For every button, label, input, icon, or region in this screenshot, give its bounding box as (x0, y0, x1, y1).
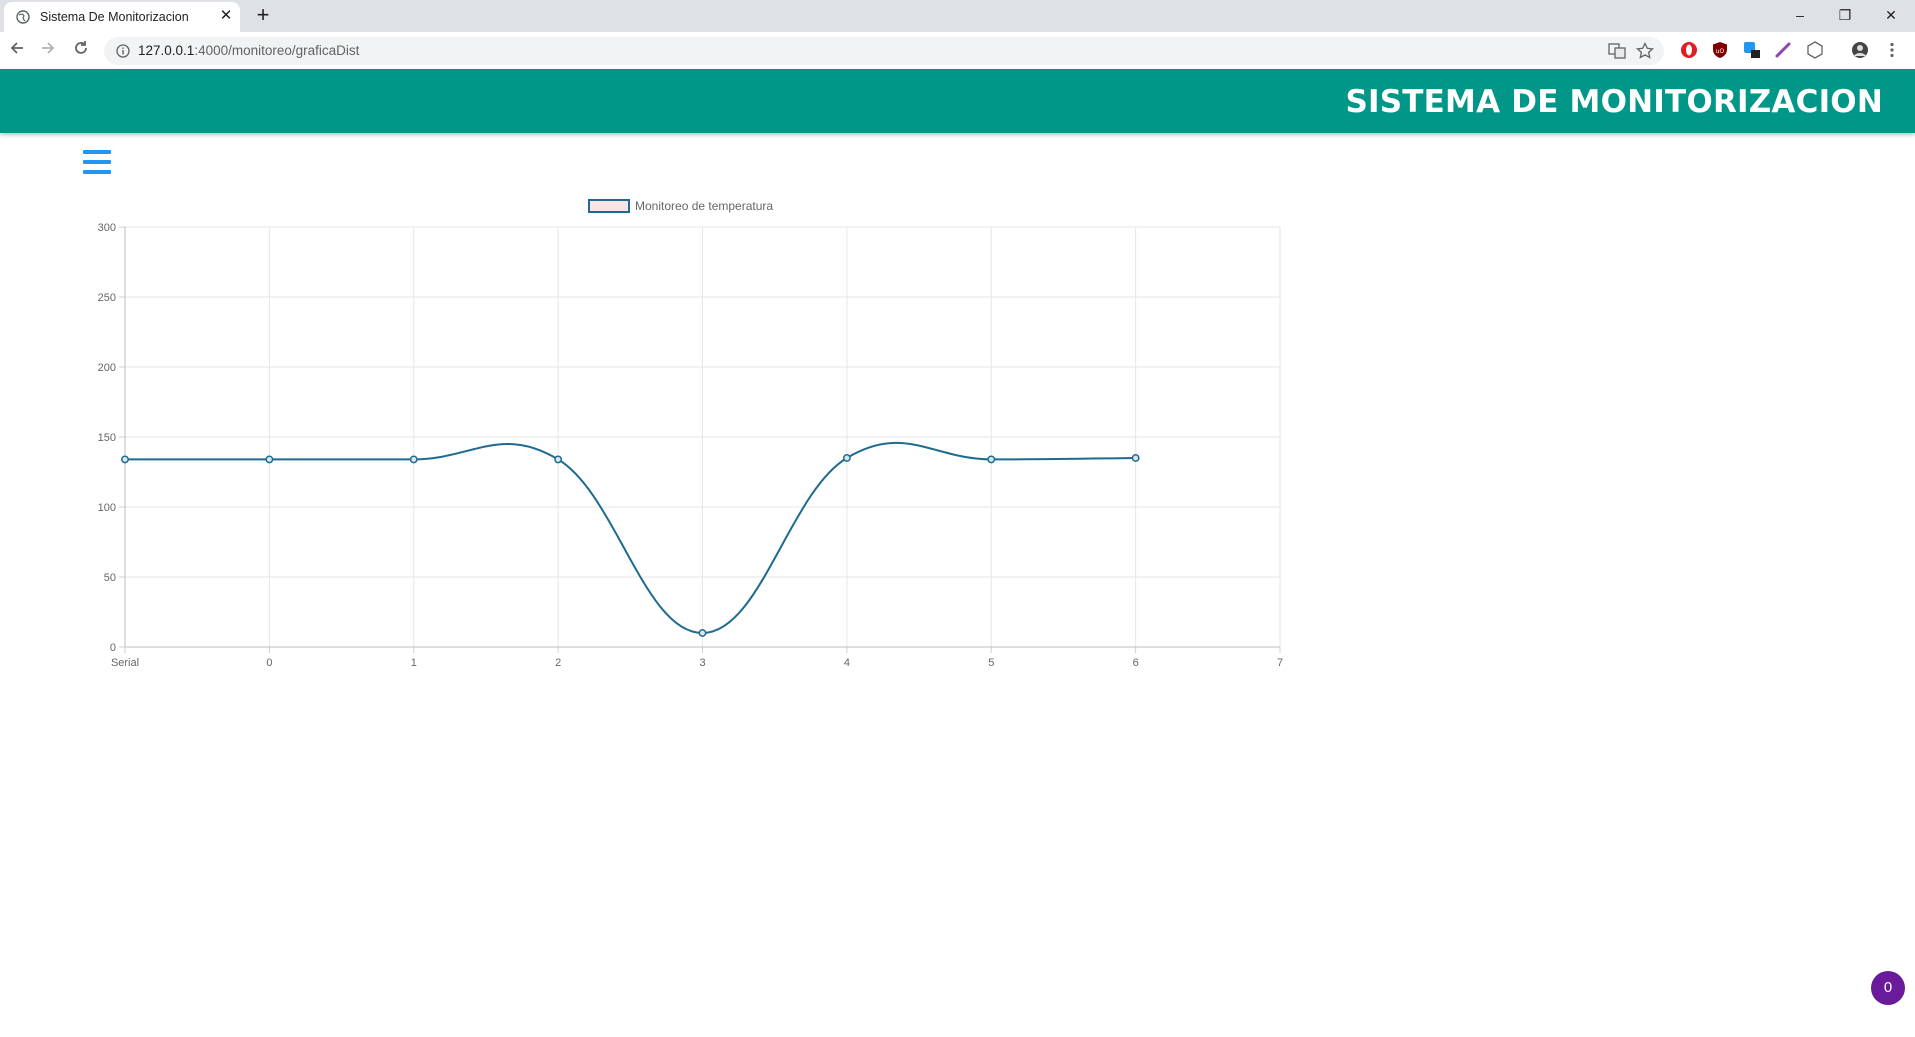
cube-extension-icon[interactable] (1806, 41, 1824, 59)
forward-icon[interactable] (37, 40, 59, 62)
data-point (554, 455, 563, 464)
y-tick-label: 50 (104, 572, 116, 584)
opera-extension-icon[interactable] (1680, 41, 1698, 59)
chart-svg: 0 50 100 150 200 250 300 Serial 0 1 2 3 4 5 6 7 Monitore… (98, 199, 1283, 669)
x-tick-label: 0 (266, 657, 272, 669)
restore-button[interactable]: ❐ (1830, 4, 1860, 26)
notification-badge-button[interactable]: 0 (1871, 971, 1905, 1005)
data-point (987, 455, 996, 464)
temperature-chart: 0 50 100 150 200 250 300 Serial 0 1 2 3 4 5 6 7 Monitore… (80, 195, 1300, 675)
kebab-menu-icon[interactable] (1883, 41, 1901, 59)
legend-label: Monitoreo de temperatura (635, 199, 773, 213)
data-point (1131, 454, 1140, 462)
pen-extension-icon[interactable] (1774, 41, 1792, 59)
tab-close-icon[interactable]: ✕ (218, 8, 234, 24)
data-point (842, 454, 851, 462)
y-tick-label: 150 (98, 432, 116, 444)
ublock-shield-icon[interactable]: uO (1711, 41, 1729, 59)
url-text: 127.0.0.1:4000/monitoreo/graficaDist (138, 43, 360, 58)
x-tick-label: 1 (411, 657, 417, 669)
y-tick-label: 0 (110, 642, 116, 654)
browser-tabstrip: Sistema De Monitorizacion ✕ + – ❐ ✕ (0, 0, 1915, 32)
address-bar[interactable]: 127.0.0.1:4000/monitoreo/graficaDist (104, 37, 1664, 65)
menu-hamburger-icon[interactable] (83, 150, 113, 177)
legend-swatch (588, 199, 630, 213)
bookmark-star-icon[interactable] (1636, 42, 1654, 60)
translate-icon[interactable] (1608, 42, 1626, 60)
minimize-button[interactable]: – (1785, 4, 1815, 26)
app-title: SISTEMA DE MONITORIZACION (1345, 84, 1883, 120)
browser-tab[interactable]: Sistema De Monitorizacion ✕ (4, 2, 240, 32)
x-tick-label: 7 (1277, 657, 1283, 669)
x-tick-label: 2 (555, 657, 561, 669)
globe-icon (16, 10, 30, 24)
x-tick-label: 3 (699, 657, 705, 669)
window-close-button[interactable]: ✕ (1876, 4, 1906, 26)
info-icon[interactable] (116, 44, 130, 58)
browser-toolbar: 127.0.0.1:4000/monitoreo/graficaDist uO (0, 32, 1915, 70)
y-tick-label: 300 (98, 222, 116, 234)
y-tick-label: 250 (98, 292, 116, 304)
tab-title: Sistema De Monitorizacion (40, 10, 189, 24)
data-point (698, 629, 707, 637)
new-tab-button[interactable]: + (250, 4, 276, 28)
y-tick-label: 100 (98, 502, 116, 514)
series-line (125, 442, 1136, 635)
x-tick-label: 6 (1133, 657, 1139, 669)
x-tick-label: 5 (988, 657, 994, 669)
data-point (409, 455, 418, 464)
back-icon[interactable] (6, 40, 28, 62)
svg-text:uO: uO (1716, 48, 1725, 55)
y-tick-label: 200 (98, 362, 116, 374)
profile-avatar-icon[interactable] (1851, 41, 1869, 59)
x-tick-label: 4 (844, 657, 850, 669)
app-header: SISTEMA DE MONITORIZACION (0, 69, 1915, 133)
data-point (265, 455, 274, 464)
reload-icon[interactable] (70, 40, 92, 62)
extension-badge-icon[interactable] (1743, 41, 1761, 59)
x-tick-label: Serial (111, 657, 139, 669)
data-point (121, 455, 129, 464)
